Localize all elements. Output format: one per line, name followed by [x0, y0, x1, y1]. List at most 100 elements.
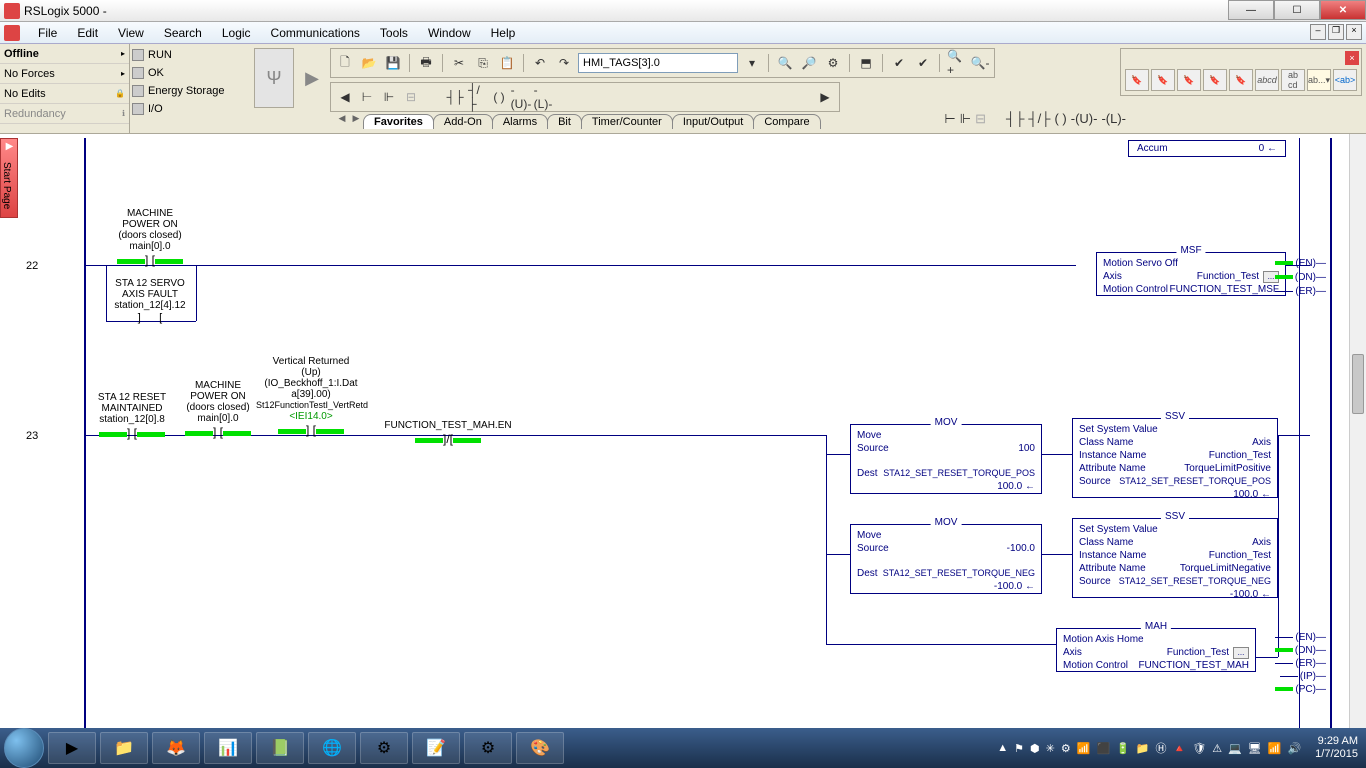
new-file-icon[interactable]: 🗋 — [335, 53, 355, 73]
rung23-mov1[interactable]: MOV Move Source100 DestSTA12_SET_RESET_T… — [850, 424, 1042, 494]
taskbar-excel-icon[interactable]: 📗 — [256, 732, 304, 764]
rung22-msf-box[interactable]: MSF Motion Servo Off AxisFunction_Test..… — [1096, 252, 1286, 296]
menu-search[interactable]: Search — [154, 26, 212, 40]
toolbar-close-icon[interactable]: × — [1345, 51, 1359, 65]
bookmark-all-icon[interactable]: 🔖 — [1229, 69, 1253, 91]
menu-help[interactable]: Help — [481, 26, 526, 40]
ote-icon[interactable]: ( ) — [489, 87, 509, 107]
tab-scroll-left[interactable]: ◀ — [335, 113, 349, 129]
xio-icon[interactable]: ┤├ — [445, 87, 465, 107]
status-offline[interactable]: Offline ▸ — [0, 44, 129, 64]
verify-all-icon[interactable]: ✔ — [913, 53, 933, 73]
status-redundancy[interactable]: Redundancy ℹ — [0, 104, 129, 124]
tray-icon[interactable]: 🔺 — [1173, 742, 1187, 755]
ellipsis-button[interactable]: ... — [1233, 647, 1249, 659]
xio-icon[interactable]: ┤├ — [1006, 111, 1024, 127]
tray-icon[interactable]: 💻 — [1228, 742, 1242, 755]
status-edits[interactable]: No Edits 🔒 — [0, 84, 129, 104]
menu-logic[interactable]: Logic — [212, 26, 261, 40]
cut-icon[interactable]: ✂ — [449, 53, 469, 73]
tray-icon[interactable]: ⚑ — [1014, 742, 1024, 755]
taskbar-firefox-icon[interactable]: 🦊 — [152, 732, 200, 764]
bookmark-clear-icon[interactable]: 🔖 — [1203, 69, 1227, 91]
scrollbar-thumb[interactable] — [1352, 354, 1364, 414]
status-forces[interactable]: No Forces ▸ — [0, 64, 129, 84]
tray-network-icon[interactable]: 📶 — [1268, 742, 1282, 755]
close-button[interactable]: ✕ — [1320, 0, 1366, 20]
taskbar-chrome-icon[interactable]: 🌐 — [308, 732, 356, 764]
menu-file[interactable]: File — [28, 26, 67, 40]
xic-icon[interactable]: ┤/├ — [467, 87, 487, 107]
find-next-icon[interactable]: 🔎 — [799, 53, 819, 73]
ab-dropdown[interactable]: ab...▾ — [1307, 69, 1331, 91]
taskbar-wmplayer-icon[interactable]: ▶ — [48, 732, 96, 764]
tray-volume-icon[interactable]: 🔊 — [1287, 742, 1301, 755]
tab-bit[interactable]: Bit — [547, 114, 582, 129]
tab-alarms[interactable]: Alarms — [492, 114, 548, 129]
branch2-icon[interactable]: ⊟ — [975, 111, 986, 127]
taskbar-paint-icon[interactable]: 🎨 — [516, 732, 564, 764]
tray-icon[interactable]: 📁 — [1136, 742, 1150, 755]
undo-icon[interactable]: ↶ — [530, 53, 550, 73]
rung23-mov2[interactable]: MOV Move Source-100.0 DestSTA12_SET_RESE… — [850, 524, 1042, 594]
zoom-out-icon[interactable]: 🔍- — [970, 53, 990, 73]
tab-favorites[interactable]: Favorites — [363, 114, 434, 129]
rung23-mah[interactable]: MAH Motion Axis Home AxisFunction_Test..… — [1056, 628, 1256, 672]
maximize-button[interactable]: ☐ — [1274, 0, 1320, 20]
copy-icon[interactable]: ⎘ — [473, 53, 493, 73]
controller-icon[interactable]: Ψ — [254, 48, 294, 108]
rung23-contact1[interactable]: STA 12 RESET MAINTAINED station_12[0].8 … — [92, 392, 172, 441]
rung-icon[interactable]: ⊢ — [944, 111, 955, 127]
mdi-restore[interactable]: ❐ — [1328, 24, 1344, 40]
rung23-ssv2[interactable]: SSV Set System Value Class NameAxis Inst… — [1072, 518, 1278, 598]
rung-icon[interactable]: ⊢ — [357, 87, 377, 107]
otl-icon[interactable]: -(L)- — [1101, 111, 1126, 127]
taskbar-rslogix-icon[interactable]: ⚙ — [360, 732, 408, 764]
tray-icon[interactable]: ✳ — [1046, 742, 1055, 755]
tab-io[interactable]: Input/Output — [672, 114, 755, 129]
paste-icon[interactable]: 📋 — [497, 53, 517, 73]
minimize-button[interactable]: — — [1228, 0, 1274, 20]
bookmark-icon[interactable]: 🔖 — [1125, 69, 1149, 91]
abc-icon[interactable]: abcd — [1281, 69, 1305, 91]
tray-icon[interactable]: 🛡 — [1192, 742, 1206, 755]
rung23-ssv1[interactable]: SSV Set System Value Class NameAxis Inst… — [1072, 418, 1278, 498]
open-file-icon[interactable]: 📂 — [359, 53, 379, 73]
otl-icon[interactable]: -(L)- — [533, 87, 553, 107]
mdi-minimize[interactable]: – — [1310, 24, 1326, 40]
menu-view[interactable]: View — [108, 26, 154, 40]
start-page-tab[interactable]: Start Page — [0, 138, 18, 218]
ladder-editor[interactable]: Start Page Accum 0 ← 22 MACHINE POWER ON… — [0, 134, 1356, 728]
menu-edit[interactable]: Edit — [67, 26, 108, 40]
taskbar-clock[interactable]: 9:29 AM 1/7/2015 — [1307, 735, 1358, 761]
start-button[interactable] — [4, 728, 44, 768]
rung23-contact2[interactable]: MACHINE POWER ON (doors closed) main[0].… — [178, 380, 258, 440]
app-menu-icon[interactable] — [4, 25, 20, 41]
tag-search-input[interactable] — [578, 53, 738, 73]
taskbar-editor-icon[interactable]: 📝 — [412, 732, 460, 764]
taskbar-powerpoint-icon[interactable]: 📊 — [204, 732, 252, 764]
xic-icon[interactable]: ┤/├ — [1028, 111, 1050, 127]
right-arrow-icon[interactable]: ▶ — [302, 48, 322, 108]
tab-timer[interactable]: Timer/Counter — [581, 114, 673, 129]
print-icon[interactable]: 🖶 — [416, 53, 436, 73]
find-icon[interactable]: 🔍 — [775, 53, 795, 73]
rung22-contact2[interactable]: STA 12 SERVO AXIS FAULT station_12[4].12… — [110, 278, 190, 324]
menu-tools[interactable]: Tools — [370, 26, 418, 40]
tray-icon[interactable]: ⚙ — [1061, 742, 1071, 755]
dropdown-icon[interactable]: ▾ — [742, 53, 762, 73]
branch-icon[interactable]: ⊩ — [960, 111, 971, 127]
rung23-contact4[interactable]: FUNCTION_TEST_MAH.EN ]/[ — [378, 420, 518, 447]
taskbar-app-icon[interactable]: ⚙ — [464, 732, 512, 764]
otu-icon[interactable]: -(U)- — [511, 87, 531, 107]
tab-scroll-right[interactable]: ▶ — [349, 113, 363, 129]
menu-window[interactable]: Window — [418, 26, 481, 40]
mdi-close[interactable]: × — [1346, 24, 1362, 40]
rung22-contact1[interactable]: MACHINE POWER ON (doors closed) main[0].… — [110, 208, 190, 268]
tray-icon[interactable]: ⬢ — [1030, 742, 1040, 755]
otu-icon[interactable]: -(U)- — [1071, 111, 1098, 127]
tray-icon[interactable]: 📶 — [1077, 742, 1091, 755]
branch-level-icon[interactable]: ⊟ — [401, 87, 421, 107]
scroll-left-icon[interactable]: ◀ — [335, 87, 355, 107]
taskbar-explorer-icon[interactable]: 📁 — [100, 732, 148, 764]
